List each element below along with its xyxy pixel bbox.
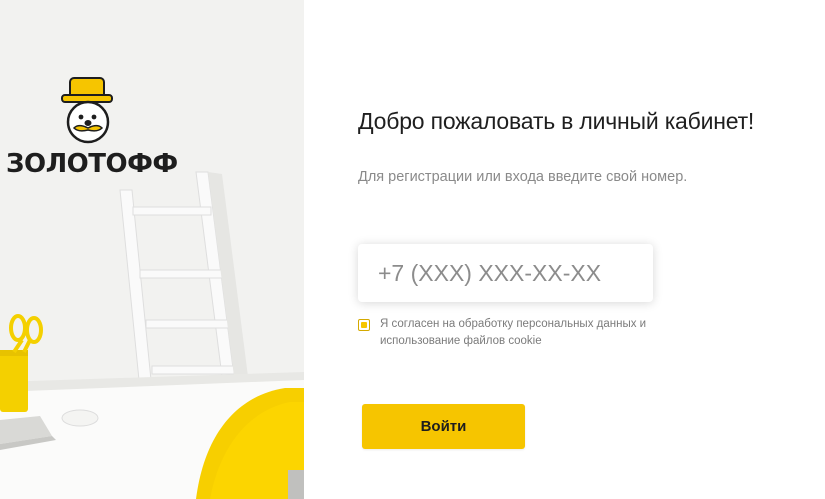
brand-name: ЗОЛОТОФФ <box>6 149 178 179</box>
login-form-panel: Добро пожаловать в личный кабинет! Для р… <box>304 0 825 499</box>
checkbox-checked-indicator <box>361 322 367 328</box>
login-button[interactable]: Войти <box>362 404 525 449</box>
login-page: ЗОЛОТОФФ Добро пожаловать в личный кабин… <box>0 0 825 499</box>
mascot-top-hat-mustache-icon <box>61 77 113 144</box>
consent-label: Я согласен на обработку персональных дан… <box>380 318 647 347</box>
consent-checkbox[interactable] <box>358 319 370 331</box>
brand-logo[interactable]: ЗОЛОТОФФ <box>6 74 178 184</box>
page-subtitle: Для регистрации или входа введите свой н… <box>358 169 688 185</box>
page-title: Добро пожаловать в личный кабинет! <box>358 108 755 134</box>
hero-photo: ЗОЛОТОФФ <box>0 0 304 499</box>
phone-input[interactable] <box>358 244 653 302</box>
